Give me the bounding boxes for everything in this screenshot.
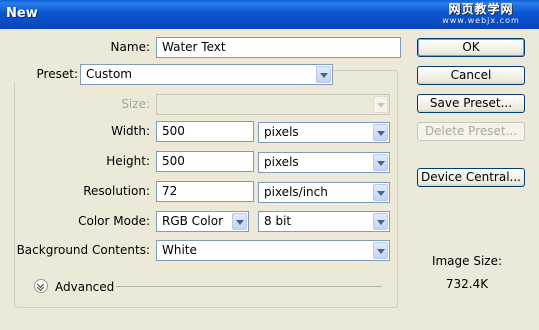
chevron-down-icon — [316, 66, 331, 83]
width-unit-value: pixels — [264, 125, 299, 139]
bit-depth-select[interactable]: 8 bit — [258, 211, 390, 232]
size-label: Size: — [121, 97, 150, 111]
background-label: Background Contents: — [16, 243, 150, 257]
height-label: Height: — [106, 154, 150, 168]
advanced-divider — [116, 286, 382, 287]
chevron-down-icon — [373, 154, 388, 171]
name-input[interactable]: Water Text — [156, 37, 401, 58]
size-select — [156, 94, 390, 115]
height-unit-select[interactable]: pixels — [258, 152, 390, 173]
new-document-dialog: New 网页教学网 www.webjx.com Name: Water Text… — [0, 0, 539, 330]
name-label: Name: — [110, 40, 150, 54]
chevron-down-icon — [232, 213, 247, 230]
image-size-value: 732.4K — [445, 277, 489, 291]
ok-button[interactable]: OK — [417, 38, 525, 57]
cancel-button[interactable]: Cancel — [417, 66, 525, 85]
resolution-label: Resolution: — [83, 184, 150, 198]
watermark: 网页教学网 www.webjx.com — [427, 2, 535, 28]
window-title: New — [6, 6, 38, 21]
color-mode-select[interactable]: RGB Color — [156, 211, 249, 232]
chevron-down-icon — [373, 124, 388, 141]
color-mode-value: RGB Color — [162, 214, 224, 228]
preset-value: Custom — [86, 67, 132, 81]
resolution-unit-select[interactable]: pixels/inch — [258, 182, 390, 203]
height-input[interactable]: 500 — [156, 151, 254, 172]
color-mode-label: Color Mode: — [78, 214, 150, 228]
advanced-label[interactable]: Advanced — [55, 279, 114, 295]
save-preset-button[interactable]: Save Preset... — [417, 94, 525, 113]
resolution-unit-value: pixels/inch — [264, 185, 328, 199]
chevron-down-icon — [373, 96, 388, 113]
background-select[interactable]: White — [156, 240, 390, 261]
chevron-down-icon — [373, 213, 388, 230]
preset-select[interactable]: Custom — [80, 64, 333, 85]
device-central-button[interactable]: Device Central... — [417, 168, 525, 187]
background-value: White — [162, 243, 197, 257]
chevron-down-icon — [373, 242, 388, 259]
resolution-input[interactable]: 72 — [156, 181, 254, 202]
width-unit-select[interactable]: pixels — [258, 122, 390, 143]
watermark-text: 网页教学网 — [448, 2, 514, 16]
delete-preset-button: Delete Preset... — [417, 122, 525, 141]
width-input[interactable]: 500 — [156, 121, 254, 142]
chevron-down-icon — [373, 184, 388, 201]
watermark-url: www.webjx.com — [442, 16, 520, 25]
expand-advanced-icon[interactable] — [34, 279, 48, 293]
bit-depth-value: 8 bit — [264, 214, 292, 228]
image-size-label: Image Size: — [431, 254, 503, 268]
height-unit-value: pixels — [264, 155, 299, 169]
preset-label: Preset: — [0, 66, 81, 82]
title-bar[interactable]: New 网页教学网 www.webjx.com — [0, 0, 539, 29]
width-label: Width: — [111, 124, 150, 138]
